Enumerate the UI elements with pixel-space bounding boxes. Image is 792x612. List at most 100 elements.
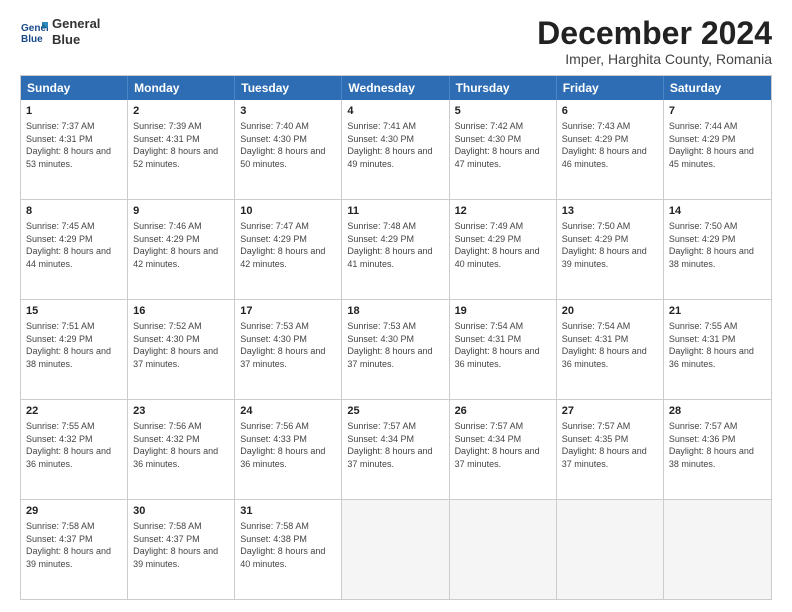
day-info: Sunrise: 7:50 AM Sunset: 4:29 PM Dayligh… [669,220,766,270]
day-number: 23 [133,404,229,419]
day-info: Sunrise: 7:57 AM Sunset: 4:34 PM Dayligh… [347,420,443,470]
table-row [450,500,557,599]
day-number: 27 [562,404,658,419]
day-info: Sunrise: 7:54 AM Sunset: 4:31 PM Dayligh… [562,320,658,370]
logo-icon: General Blue [20,18,48,46]
day-number: 14 [669,204,766,219]
svg-text:Blue: Blue [21,34,43,45]
calendar-header: SundayMondayTuesdayWednesdayThursdayFrid… [21,76,771,100]
table-row: 17Sunrise: 7:53 AM Sunset: 4:30 PM Dayli… [235,300,342,399]
day-info: Sunrise: 7:57 AM Sunset: 4:35 PM Dayligh… [562,420,658,470]
table-row: 21Sunrise: 7:55 AM Sunset: 4:31 PM Dayli… [664,300,771,399]
calendar-body: 1Sunrise: 7:37 AM Sunset: 4:31 PM Daylig… [21,100,771,599]
day-number: 10 [240,204,336,219]
day-info: Sunrise: 7:58 AM Sunset: 4:37 PM Dayligh… [26,520,122,570]
table-row: 27Sunrise: 7:57 AM Sunset: 4:35 PM Dayli… [557,400,664,499]
day-number: 3 [240,104,336,119]
table-row [664,500,771,599]
day-number: 22 [26,404,122,419]
day-info: Sunrise: 7:57 AM Sunset: 4:36 PM Dayligh… [669,420,766,470]
header-cell-sunday: Sunday [21,76,128,100]
table-row: 12Sunrise: 7:49 AM Sunset: 4:29 PM Dayli… [450,200,557,299]
day-number: 12 [455,204,551,219]
calendar-row-3: 15Sunrise: 7:51 AM Sunset: 4:29 PM Dayli… [21,299,771,399]
header-cell-saturday: Saturday [664,76,771,100]
table-row: 5Sunrise: 7:42 AM Sunset: 4:30 PM Daylig… [450,100,557,199]
table-row: 2Sunrise: 7:39 AM Sunset: 4:31 PM Daylig… [128,100,235,199]
header-cell-wednesday: Wednesday [342,76,449,100]
page-header: General Blue General Blue December 2024 … [20,16,772,67]
day-info: Sunrise: 7:53 AM Sunset: 4:30 PM Dayligh… [240,320,336,370]
table-row: 9Sunrise: 7:46 AM Sunset: 4:29 PM Daylig… [128,200,235,299]
day-info: Sunrise: 7:47 AM Sunset: 4:29 PM Dayligh… [240,220,336,270]
day-number: 18 [347,304,443,319]
day-number: 1 [26,104,122,119]
day-info: Sunrise: 7:48 AM Sunset: 4:29 PM Dayligh… [347,220,443,270]
table-row: 14Sunrise: 7:50 AM Sunset: 4:29 PM Dayli… [664,200,771,299]
day-info: Sunrise: 7:57 AM Sunset: 4:34 PM Dayligh… [455,420,551,470]
day-number: 20 [562,304,658,319]
table-row: 15Sunrise: 7:51 AM Sunset: 4:29 PM Dayli… [21,300,128,399]
calendar-row-4: 22Sunrise: 7:55 AM Sunset: 4:32 PM Dayli… [21,399,771,499]
title-block: December 2024 Imper, Harghita County, Ro… [537,16,772,67]
day-info: Sunrise: 7:55 AM Sunset: 4:32 PM Dayligh… [26,420,122,470]
day-info: Sunrise: 7:51 AM Sunset: 4:29 PM Dayligh… [26,320,122,370]
day-info: Sunrise: 7:56 AM Sunset: 4:33 PM Dayligh… [240,420,336,470]
day-number: 13 [562,204,658,219]
day-info: Sunrise: 7:46 AM Sunset: 4:29 PM Dayligh… [133,220,229,270]
table-row: 23Sunrise: 7:56 AM Sunset: 4:32 PM Dayli… [128,400,235,499]
day-number: 24 [240,404,336,419]
day-info: Sunrise: 7:44 AM Sunset: 4:29 PM Dayligh… [669,120,766,170]
day-number: 15 [26,304,122,319]
day-number: 9 [133,204,229,219]
day-info: Sunrise: 7:43 AM Sunset: 4:29 PM Dayligh… [562,120,658,170]
day-number: 28 [669,404,766,419]
day-info: Sunrise: 7:53 AM Sunset: 4:30 PM Dayligh… [347,320,443,370]
calendar-row-2: 8Sunrise: 7:45 AM Sunset: 4:29 PM Daylig… [21,199,771,299]
page-subtitle: Imper, Harghita County, Romania [537,51,772,67]
table-row [557,500,664,599]
table-row: 13Sunrise: 7:50 AM Sunset: 4:29 PM Dayli… [557,200,664,299]
day-info: Sunrise: 7:58 AM Sunset: 4:37 PM Dayligh… [133,520,229,570]
day-number: 19 [455,304,551,319]
table-row: 20Sunrise: 7:54 AM Sunset: 4:31 PM Dayli… [557,300,664,399]
header-cell-monday: Monday [128,76,235,100]
table-row: 3Sunrise: 7:40 AM Sunset: 4:30 PM Daylig… [235,100,342,199]
day-number: 31 [240,504,336,519]
header-cell-thursday: Thursday [450,76,557,100]
table-row: 6Sunrise: 7:43 AM Sunset: 4:29 PM Daylig… [557,100,664,199]
day-info: Sunrise: 7:58 AM Sunset: 4:38 PM Dayligh… [240,520,336,570]
table-row: 24Sunrise: 7:56 AM Sunset: 4:33 PM Dayli… [235,400,342,499]
table-row: 4Sunrise: 7:41 AM Sunset: 4:30 PM Daylig… [342,100,449,199]
table-row: 10Sunrise: 7:47 AM Sunset: 4:29 PM Dayli… [235,200,342,299]
header-cell-tuesday: Tuesday [235,76,342,100]
header-cell-friday: Friday [557,76,664,100]
table-row: 1Sunrise: 7:37 AM Sunset: 4:31 PM Daylig… [21,100,128,199]
day-info: Sunrise: 7:40 AM Sunset: 4:30 PM Dayligh… [240,120,336,170]
calendar-row-5: 29Sunrise: 7:58 AM Sunset: 4:37 PM Dayli… [21,499,771,599]
table-row: 11Sunrise: 7:48 AM Sunset: 4:29 PM Dayli… [342,200,449,299]
day-number: 21 [669,304,766,319]
calendar-row-1: 1Sunrise: 7:37 AM Sunset: 4:31 PM Daylig… [21,100,771,199]
day-number: 11 [347,204,443,219]
day-info: Sunrise: 7:39 AM Sunset: 4:31 PM Dayligh… [133,120,229,170]
table-row [342,500,449,599]
table-row: 7Sunrise: 7:44 AM Sunset: 4:29 PM Daylig… [664,100,771,199]
day-number: 8 [26,204,122,219]
table-row: 30Sunrise: 7:58 AM Sunset: 4:37 PM Dayli… [128,500,235,599]
day-number: 5 [455,104,551,119]
day-info: Sunrise: 7:52 AM Sunset: 4:30 PM Dayligh… [133,320,229,370]
day-info: Sunrise: 7:56 AM Sunset: 4:32 PM Dayligh… [133,420,229,470]
logo-text-blue: Blue [52,32,100,48]
table-row: 28Sunrise: 7:57 AM Sunset: 4:36 PM Dayli… [664,400,771,499]
calendar-page: General Blue General Blue December 2024 … [0,0,792,612]
table-row: 19Sunrise: 7:54 AM Sunset: 4:31 PM Dayli… [450,300,557,399]
day-info: Sunrise: 7:42 AM Sunset: 4:30 PM Dayligh… [455,120,551,170]
table-row: 25Sunrise: 7:57 AM Sunset: 4:34 PM Dayli… [342,400,449,499]
day-number: 25 [347,404,443,419]
day-info: Sunrise: 7:50 AM Sunset: 4:29 PM Dayligh… [562,220,658,270]
logo-text-general: General [52,16,100,32]
table-row: 8Sunrise: 7:45 AM Sunset: 4:29 PM Daylig… [21,200,128,299]
day-number: 2 [133,104,229,119]
day-number: 4 [347,104,443,119]
